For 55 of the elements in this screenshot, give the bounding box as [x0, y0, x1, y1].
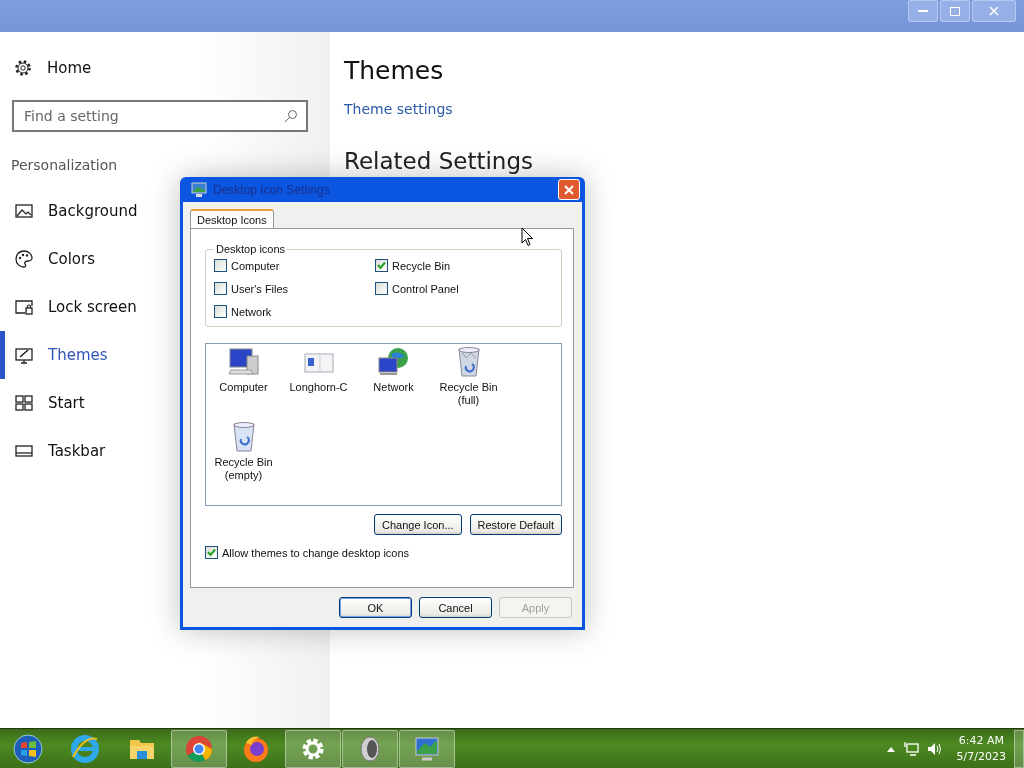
search-icon — [284, 109, 298, 123]
group-title: Desktop icons — [215, 243, 287, 255]
checkbox-label[interactable]: Network — [231, 305, 272, 318]
dialog-button[interactable]: OK — [339, 597, 412, 618]
network-icon[interactable] — [902, 740, 919, 757]
dialog-button[interactable]: Cancel — [419, 597, 492, 618]
checkbox-label[interactable]: Control Panel — [392, 282, 459, 295]
icon-label[interactable]: Computer — [219, 381, 268, 394]
icon-label[interactable]: Longhorn-C — [289, 381, 348, 394]
theme-settings-link[interactable]: Theme settings — [344, 101, 453, 117]
close-icon — [564, 184, 574, 195]
lock-screen-icon — [14, 297, 34, 317]
minimize-icon — [918, 10, 928, 12]
icon-label[interactable]: Recycle Bin (full) — [439, 381, 498, 407]
clock-time[interactable]: 6:42 AM — [958, 734, 1004, 747]
taskbar-button[interactable] — [342, 729, 398, 768]
gear-icon — [13, 58, 33, 78]
checkbox-label[interactable]: User's Files — [231, 282, 289, 295]
checkbox-label[interactable]: Recycle Bin — [392, 259, 451, 272]
computer-icon — [226, 346, 261, 378]
picture-icon-small — [14, 201, 34, 221]
maximize-icon — [950, 6, 960, 16]
checkbox[interactable] — [214, 282, 227, 295]
dialog-title: Desktop Icon Settings — [213, 182, 330, 197]
change-icon-button[interactable]: Change Icon... — [374, 514, 462, 535]
checkbox-label[interactable]: Allow themes to change desktop icons — [222, 546, 410, 559]
icon-label[interactable]: Network — [373, 381, 414, 394]
monitor-icon — [191, 181, 207, 198]
tiles-icon — [14, 393, 34, 413]
taskbar-button[interactable] — [285, 729, 341, 768]
search-field[interactable]: Find a setting — [12, 100, 308, 132]
taskbar-button[interactable] — [399, 729, 455, 768]
checkbox[interactable] — [375, 259, 388, 272]
monitor-pen-icon — [14, 345, 34, 365]
checkbox[interactable] — [205, 546, 218, 559]
checkbox[interactable] — [375, 282, 388, 295]
restore-default-button[interactable]: Restore Default — [469, 514, 562, 535]
checkbox[interactable] — [214, 305, 227, 318]
browser-e-icon — [69, 732, 101, 765]
tab[interactable]: Desktop Icons — [190, 209, 274, 229]
start-orb-icon — [12, 732, 44, 765]
section-heading: Personalization — [11, 157, 119, 173]
close-icon — [989, 6, 999, 16]
clock-date[interactable]: 5/7/2023 — [956, 750, 1006, 763]
network-icon — [376, 346, 411, 378]
icon-label[interactable]: Recycle Bin (empty) — [214, 456, 273, 482]
home-link[interactable]: Home — [47, 59, 92, 77]
checkbox[interactable] — [214, 259, 227, 272]
show-desktop-button[interactable] — [1014, 729, 1024, 768]
checkbox-label[interactable]: Computer — [231, 259, 280, 272]
section-heading: Related Settings — [344, 148, 534, 174]
caret-icon[interactable] — [886, 745, 895, 752]
palette-icon — [14, 249, 34, 269]
page-title: Themes — [344, 56, 445, 85]
taskbar-button[interactable] — [171, 729, 227, 768]
